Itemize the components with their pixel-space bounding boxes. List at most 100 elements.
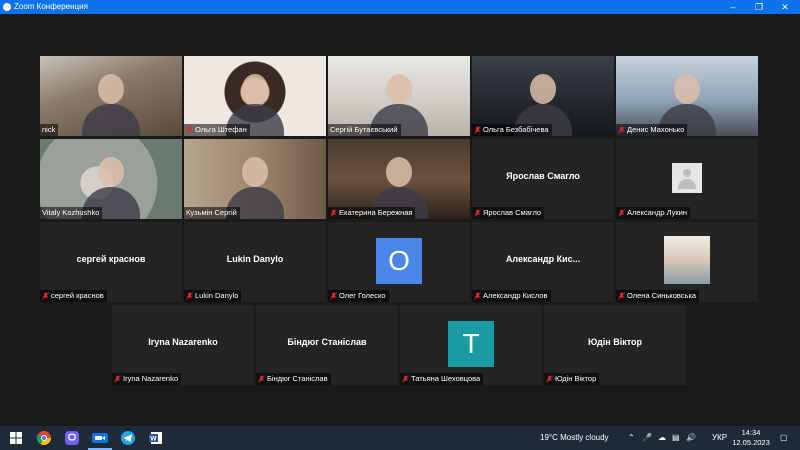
participant-tile[interactable]: сергей краснов сергей краснов <box>40 222 182 302</box>
onedrive-icon[interactable]: ☁ <box>658 432 666 444</box>
participant-name-label: Олена Синьковська <box>616 290 700 302</box>
chevron-up-icon[interactable]: ⌃ <box>628 432 635 444</box>
person-head-shape <box>242 74 268 104</box>
participant-display-name: Lukin Danylo <box>226 254 284 264</box>
minimize-icon[interactable]: – <box>720 0 746 14</box>
participant-tile[interactable]: Ярослав Смагло Ярослав Смагло <box>472 139 614 219</box>
viber-icon[interactable] <box>64 430 80 446</box>
network-icon[interactable]: ▤ <box>672 432 680 444</box>
participant-name-label: nick <box>40 124 59 136</box>
participant-video <box>40 56 182 136</box>
letter-avatar: T <box>448 321 494 367</box>
participant-name: Александр Кислов <box>483 291 548 300</box>
participant-name-label: Iryna Nazarenko <box>112 373 182 385</box>
weather-widget[interactable]: 19°C Mostly cloudy <box>540 432 609 444</box>
participant-tile[interactable]: Біндюг Станіслав Біндюг Станіслав <box>256 305 398 385</box>
participant-name: Біндюг Станіслав <box>267 374 328 383</box>
window-title: Zoom Конференция <box>14 2 88 11</box>
maximize-icon[interactable]: ❐ <box>746 0 772 14</box>
person-head-shape <box>386 157 412 187</box>
muted-microphone-icon <box>474 209 481 217</box>
participant-tile[interactable]: nick <box>40 56 182 136</box>
participant-tile[interactable]: Олена Синьковська <box>616 222 758 302</box>
participant-name: Lukin Danylo <box>195 291 239 300</box>
participant-name-label: Біндюг Станіслав <box>256 373 331 385</box>
participant-tile[interactable]: Александр Лукин <box>616 139 758 219</box>
muted-microphone-icon <box>474 292 481 300</box>
participant-tile[interactable]: Юдін Віктор Юдін Віктор <box>544 305 686 385</box>
participant-display-name: Александр Кис... <box>505 254 581 264</box>
telegram-icon[interactable] <box>120 430 136 446</box>
participant-name: Олена Синьковська <box>627 291 697 300</box>
participant-name-label: Олег Голеско <box>328 290 389 302</box>
participant-name-label: Ярослав Смагло <box>472 207 545 219</box>
word-icon[interactable]: W <box>148 430 164 446</box>
person-head-shape <box>98 157 124 187</box>
participant-name-label: Сергій Бутаєвський <box>328 124 401 136</box>
letter-avatar: O <box>376 238 422 284</box>
clock[interactable]: 14:34 12.05.2023 <box>732 428 770 448</box>
profile-photo <box>664 236 710 284</box>
participant-name: Юдін Віктор <box>555 374 597 383</box>
muted-microphone-icon <box>474 126 481 134</box>
participant-tile[interactable]: Ольга Штефан <box>184 56 326 136</box>
participant-tile[interactable]: Ольга Безбабічева <box>472 56 614 136</box>
zoom-app-icon <box>3 3 11 11</box>
muted-microphone-icon <box>618 126 625 134</box>
chrome-icon[interactable] <box>36 430 52 446</box>
participant-name-label: Александр Кислов <box>472 290 551 302</box>
participant-tile[interactable]: Екатерина Бережная <box>328 139 470 219</box>
zoom-taskbar-icon[interactable] <box>92 430 108 446</box>
participant-name-label: Юдін Віктор <box>544 373 600 385</box>
participant-display-name: Ярослав Смагло <box>506 171 580 181</box>
participant-tile[interactable]: Vitaly Kozhushko <box>40 139 182 219</box>
participant-tile[interactable]: O Олег Голеско <box>328 222 470 302</box>
close-icon[interactable]: ✕ <box>772 0 798 14</box>
language-indicator[interactable]: УКР <box>712 432 727 444</box>
person-head-shape <box>242 157 268 187</box>
participant-name-label: Ольга Штефан <box>184 124 250 136</box>
windows-start-icon[interactable] <box>8 430 24 446</box>
participant-tile[interactable]: T Татьяна Шеховцова <box>400 305 542 385</box>
muted-microphone-icon <box>546 375 553 383</box>
participant-tile[interactable]: Кузьмін Сергій <box>184 139 326 219</box>
notifications-icon[interactable]: ▢ <box>780 432 788 444</box>
participant-name: Екатерина Бережная <box>339 208 413 217</box>
participant-name: Кузьмін Сергій <box>186 208 237 217</box>
video-gallery: nick Ольга Штефан Сергій Бутаєвський Ольга … <box>0 14 800 426</box>
muted-microphone-icon <box>402 375 409 383</box>
participant-name-label: Ольга Безбабічева <box>472 124 552 136</box>
volume-icon[interactable]: 🔊 <box>686 432 696 444</box>
participant-name: Олег Голеско <box>339 291 386 300</box>
windows-taskbar: W 19°C Mostly cloudy ⌃ 🎤 ☁ ▤ 🔊 УКР 14:34… <box>0 426 800 450</box>
person-head-shape <box>674 74 700 104</box>
participant-name: Денис Махонько <box>627 125 685 134</box>
participant-tile[interactable]: Lukin Danylo Lukin Danylo <box>184 222 326 302</box>
participant-tile[interactable]: Сергій Бутаєвський <box>328 56 470 136</box>
default-avatar-icon <box>672 163 702 193</box>
muted-microphone-icon <box>186 126 193 134</box>
participant-name-label: Екатерина Бережная <box>328 207 416 219</box>
participant-tile[interactable]: Iryna Nazarenko Iryna Nazarenko <box>112 305 254 385</box>
participant-tile[interactable]: Денис Махонько <box>616 56 758 136</box>
participant-name: Сергій Бутаєвський <box>330 125 398 134</box>
participant-name-label: Александр Лукин <box>616 207 690 219</box>
clock-time: 14:34 <box>741 428 761 437</box>
person-body-shape <box>82 104 140 136</box>
participant-name: Александр Лукин <box>627 208 687 217</box>
muted-microphone-icon <box>186 292 193 300</box>
participant-name-label: Кузьмін Сергій <box>184 207 240 219</box>
participant-display-name: сергей краснов <box>76 254 146 264</box>
muted-microphone-icon <box>42 292 49 300</box>
muted-microphone-icon <box>330 209 337 217</box>
microphone-icon[interactable]: 🎤 <box>642 432 652 444</box>
participant-name: Татьяна Шеховцова <box>411 374 481 383</box>
muted-microphone-icon <box>258 375 265 383</box>
participant-name: Ольга Безбабічева <box>483 125 549 134</box>
participant-name-label: Vitaly Kozhushko <box>40 207 103 219</box>
participant-display-name: Iryna Nazarenko <box>148 337 218 347</box>
participant-display-name: Біндюг Станіслав <box>287 337 367 347</box>
participant-tile[interactable]: Александр Кис... Александр Кислов <box>472 222 614 302</box>
svg-text:W: W <box>150 436 157 443</box>
participant-name: Ярослав Смагло <box>483 208 542 217</box>
